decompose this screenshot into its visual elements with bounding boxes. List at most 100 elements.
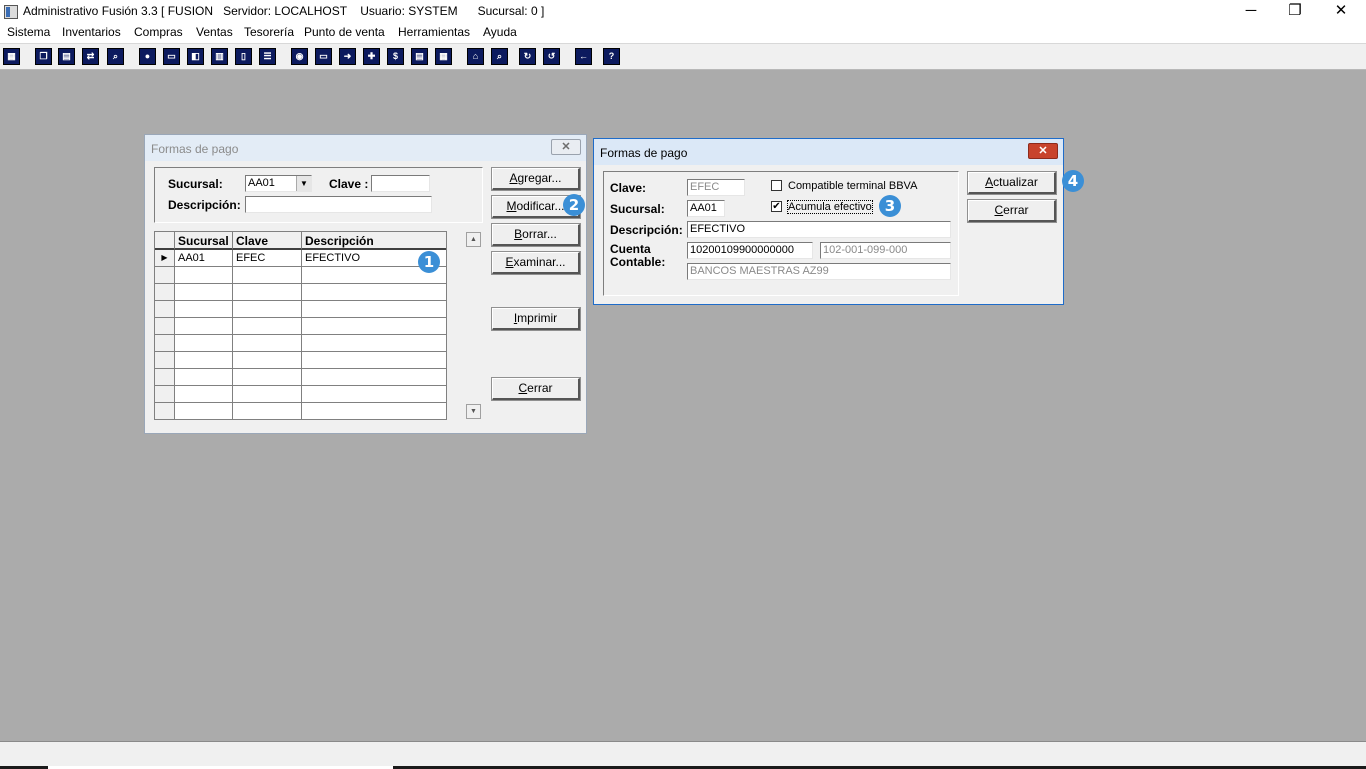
edit-dialog-close-icon[interactable]: ✕ [1028,143,1058,159]
grid-empty-cell[interactable] [233,284,302,301]
compatible-bbva-checkbox[interactable] [771,180,782,191]
binoculars-icon[interactable]: ◉ [291,48,308,65]
grid-empty-cell[interactable] [175,301,233,318]
borrar-button[interactable]: Borrar... [491,223,581,247]
refresh-icon[interactable]: ↻ [519,48,536,65]
grid-empty-cell[interactable] [233,369,302,386]
grid-empty-cell[interactable] [175,318,233,335]
minimize-icon[interactable]: ─ [1228,0,1274,23]
cuenta-label: Cuenta [610,242,651,256]
grid-empty-cell[interactable] [175,369,233,386]
grid-empty-cell[interactable] [233,335,302,352]
annotation-badge-4: 4 [1062,170,1084,192]
grid-empty-cell[interactable] [302,301,446,318]
grid-header-descripcion[interactable]: Descripción [302,232,446,250]
cuenta-contable-field[interactable]: 10200109900000000 [687,242,813,259]
grid-header-clave[interactable]: Clave [233,232,302,250]
cerrar-edit-button[interactable]: Cerrar [967,199,1057,223]
chevron-down-icon[interactable]: ▼ [296,176,311,191]
grid-empty-cell[interactable] [302,386,446,403]
add-icon[interactable]: ✚ [363,48,380,65]
grid-corner [155,232,175,250]
report-icon[interactable]: ▤ [411,48,428,65]
print-left-icon[interactable]: ◧ [187,48,204,65]
menu-punto-de-venta[interactable]: Punto de venta [304,25,385,39]
grid-empty-cell[interactable] [175,352,233,369]
grid-empty-cell[interactable] [175,403,233,419]
grid-empty-cell[interactable] [302,369,446,386]
folder-icon[interactable]: ▭ [163,48,180,65]
menu-tesoreria[interactable]: Tesorería [244,25,294,39]
grid-scrollbar[interactable]: ▲ ▼ [466,232,482,420]
grid-empty-cell[interactable] [302,403,446,419]
descripcion-field[interactable]: EFECTIVO [687,221,951,238]
export-icon[interactable]: ➜ [339,48,356,65]
grid-cell-clave[interactable]: EFEC [233,250,302,267]
print-icon[interactable]: ▥ [211,48,228,65]
clave-filter-input[interactable] [371,175,430,192]
grid-header-sucursal[interactable]: Sucursal [175,232,233,250]
menu-herramientas[interactable]: Herramientas [398,25,470,39]
copy-icon[interactable]: ❐ [35,48,52,65]
grid-empty-cell[interactable] [175,284,233,301]
folder-open-icon[interactable]: ▭ [315,48,332,65]
grid-empty-cell[interactable] [175,267,233,284]
row-indicator [155,369,175,386]
menu-sistema[interactable]: Sistema [7,25,50,39]
grid-empty-cell[interactable] [302,284,446,301]
scroll-down-icon[interactable]: ▼ [466,404,481,419]
grid-empty-cell[interactable] [233,301,302,318]
document-icon[interactable]: ▯ [235,48,252,65]
grid-empty-cell[interactable] [233,386,302,403]
acumula-efectivo-checkbox[interactable]: ✔ [771,201,782,212]
list-icon[interactable]: ☰ [259,48,276,65]
undo-icon[interactable]: ↺ [543,48,560,65]
agregar-button[interactable]: Agregar... [491,167,581,191]
grid-cell-sucursal[interactable]: AA01 [175,250,233,267]
paste-icon[interactable]: ▤ [58,48,75,65]
acumula-efectivo-label: Acumula efectivo [787,200,873,214]
list-dialog-close-icon[interactable]: ✕ [551,139,581,155]
grid-empty-cell[interactable] [302,318,446,335]
menu-inventarios[interactable]: Inventarios [62,25,121,39]
grid-empty-cell[interactable] [302,352,446,369]
row-indicator [155,284,175,301]
search-doc-icon[interactable]: ⌕ [107,48,124,65]
menu-ayuda[interactable]: Ayuda [483,25,517,39]
actualizar-button[interactable]: Actualizar [967,171,1057,195]
user-icon[interactable]: ● [139,48,156,65]
contable-label: Contable: [610,255,666,269]
grid-empty-cell[interactable] [233,352,302,369]
grid-empty-cell[interactable] [175,335,233,352]
zoom-icon[interactable]: ⌕ [491,48,508,65]
scroll-up-icon[interactable]: ▲ [466,232,481,247]
examinar-button[interactable]: Examinar... [491,251,581,275]
calculator-icon[interactable]: ▦ [3,48,20,65]
table-icon[interactable]: ▦ [435,48,452,65]
menu-compras[interactable]: Compras [134,25,183,39]
grid-empty-cell[interactable] [233,318,302,335]
row-indicator-arrow-icon: ▶ [155,250,175,267]
grid-empty-cell[interactable] [175,386,233,403]
sucursal-filter-label: Sucursal: [168,177,223,191]
clave-field[interactable]: EFEC [687,179,745,196]
grid-empty-cell[interactable] [302,335,446,352]
sucursal-field[interactable]: AA01 [687,200,725,217]
clave-filter-label: Clave : [329,177,369,191]
money-icon[interactable]: $ [387,48,404,65]
home-icon[interactable]: ⌂ [467,48,484,65]
cerrar-list-button[interactable]: Cerrar [491,377,581,401]
menu-ventas[interactable]: Ventas [196,25,233,39]
formas-de-pago-grid[interactable]: Sucursal Clave Descripción ▶ AA01 EFEC E… [154,231,447,420]
close-icon[interactable]: ✕ [1318,0,1364,23]
edit-dialog-titlebar: Formas de pago ✕ [594,139,1063,165]
grid-empty-cell[interactable] [233,267,302,284]
swap-icon[interactable]: ⇄ [82,48,99,65]
restore-icon[interactable]: ❐ [1272,0,1318,23]
help-icon[interactable]: ? [603,48,620,65]
descripcion-filter-input[interactable] [245,196,432,213]
sucursal-filter-combo[interactable]: AA01 ▼ [245,175,312,192]
grid-empty-cell[interactable] [233,403,302,419]
back-arrow-icon[interactable]: ← [575,48,592,65]
imprimir-button[interactable]: Imprimir [491,307,581,331]
